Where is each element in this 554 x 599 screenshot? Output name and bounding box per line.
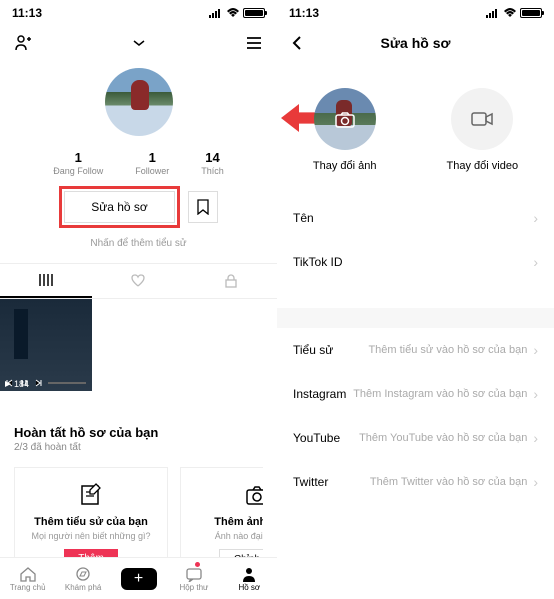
field-bio[interactable]: Tiểu sử Thêm tiểu sử vào hồ sơ của bạn › [277,328,554,372]
play-icon [4,380,12,388]
fields-group-1: Tên › TikTok ID › [277,196,554,284]
edit-profile-screen: 11:13 Sửa hồ sơ Thay đổi ảnh Thay đổi vi… [277,0,554,599]
status-icons [209,8,265,18]
grid-icon [38,273,54,287]
change-video[interactable]: Thay đổi video [447,88,519,172]
bio-edit-icon [78,482,104,508]
battery-icon [243,8,265,18]
edit-highlight: Sửa hồ sơ [59,186,180,228]
signal-icon [209,8,223,18]
card-title: Hoàn tất hồ sơ của bạn [14,425,263,440]
page-title: Sửa hồ sơ [381,35,451,51]
nav-discover[interactable]: Khám phá [55,558,110,599]
tab-grid[interactable] [0,264,92,298]
video-grid: 184 [0,299,277,391]
tab-private[interactable] [185,264,277,298]
nav-home[interactable]: Trang chủ [0,558,55,599]
stat-following[interactable]: 1Đang Follow [53,150,103,176]
status-time: 11:13 [289,6,319,20]
field-tiktok-id[interactable]: TikTok ID › [277,240,554,284]
content-tabs [0,263,277,299]
video-icon [470,110,494,128]
media-row: Thay đổi ảnh Thay đổi video [277,88,554,172]
add-user-icon[interactable] [14,34,32,52]
video-circle [451,88,513,150]
profile-stats: 1Đang Follow 1Follower 14Thích [0,150,277,176]
profile-screen: 11:13 1Đang Follow 1Follower 14Thích Sửa… [0,0,277,599]
photo-circle [314,88,376,150]
field-name[interactable]: Tên › [277,196,554,240]
section-gap [277,308,554,328]
chevron-right-icon: › [533,430,538,446]
tab-liked[interactable] [92,264,184,298]
discover-icon [74,566,92,582]
progress-bar [48,382,86,384]
chevron-right-icon: › [533,342,538,358]
nav-inbox[interactable]: Hộp thư [166,558,221,599]
back-icon[interactable] [291,34,303,52]
top-bar [0,26,277,60]
status-bar: 11:13 [0,0,277,26]
status-bar: 11:13 [277,0,554,26]
photo-label: Thay đổi ảnh [313,160,377,172]
field-youtube[interactable]: YouTube Thêm YouTube vào hồ sơ của bạn › [277,416,554,460]
chevron-right-icon: › [533,386,538,402]
bio-hint[interactable]: Nhấn để thêm tiểu sử [0,238,277,249]
lock-icon [224,274,238,288]
menu-icon[interactable] [245,36,263,50]
nav-profile[interactable]: Hồ sơ [222,558,277,599]
change-photo[interactable]: Thay đổi ảnh [313,88,377,172]
fields-group-2: Tiểu sử Thêm tiểu sử vào hồ sơ của bạn ›… [277,328,554,504]
chevron-right-icon: › [533,254,538,270]
bottom-nav: Trang chủ Khám phá + Hộp thư Hồ sơ [0,557,277,599]
status-time: 11:13 [12,6,42,20]
card-subtitle: 2/3 đã hoàn tất [14,442,263,453]
field-twitter[interactable]: Twitter Thêm Twitter vào hồ sơ của bạn › [277,460,554,504]
inbox-badge [195,562,200,567]
next-icon [34,379,42,387]
nav-create[interactable]: + [111,558,166,599]
inbox-icon [185,566,203,582]
wifi-icon [226,8,240,18]
video-views: 184 [4,379,29,389]
profile-avatar[interactable] [105,68,173,136]
bookmark-icon [196,199,210,215]
arrow-indicator [281,104,317,132]
stat-followers[interactable]: 1Follower [135,150,169,176]
stat-likes[interactable]: 14Thích [201,150,224,176]
edit-profile-button[interactable]: Sửa hồ sơ [64,191,175,223]
status-icons [486,8,542,18]
edit-row: Sửa hồ sơ [0,186,277,228]
chevron-right-icon: › [533,474,538,490]
top-bar: Sửa hồ sơ [277,26,554,60]
video-thumb[interactable] [0,299,92,391]
camera-icon [244,482,263,508]
profile-icon [240,566,258,582]
create-button[interactable]: + [121,568,157,590]
home-icon [19,566,37,582]
chevron-down-icon[interactable] [132,39,146,47]
signal-icon [486,8,500,18]
video-label: Thay đổi video [447,160,519,172]
heart-icon [130,274,146,288]
wifi-icon [503,8,517,18]
chevron-right-icon: › [533,210,538,226]
camera-icon [334,110,356,128]
bookmark-button[interactable] [188,191,218,223]
battery-icon [520,8,542,18]
field-instagram[interactable]: Instagram Thêm Instagram vào hồ sơ của b… [277,372,554,416]
